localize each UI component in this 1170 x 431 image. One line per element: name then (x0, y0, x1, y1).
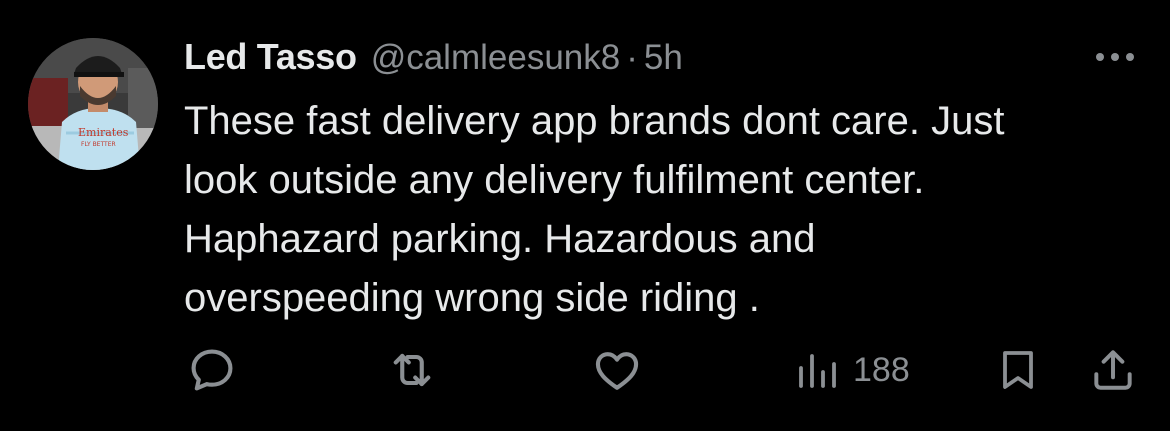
views-count: 188 (853, 350, 910, 389)
bookmark-icon (1003, 351, 1033, 389)
more-options-button[interactable] (1090, 44, 1140, 70)
tweet-text-line: These fast delivery app brands dont care… (184, 99, 1005, 143)
retweet-button[interactable] (384, 340, 440, 400)
retweet-icon (393, 353, 431, 387)
tweet-text-line: overspeeding wrong side riding . (184, 276, 760, 320)
username-handle[interactable]: @calmleesunk8 (371, 38, 621, 78)
reply-button[interactable] (186, 340, 238, 400)
timestamp[interactable]: 5h (644, 38, 683, 78)
bookmark-button[interactable] (994, 340, 1042, 400)
like-icon (595, 352, 639, 390)
tweet-card[interactable]: Emirates FLY BETTER Led Tasso @calmleesu… (0, 0, 1170, 431)
tweet-text-line: Haphazard parking. Hazardous and (184, 217, 816, 261)
tweet-header: Led Tasso @calmleesunk8 · 5h (184, 36, 683, 82)
avatar-shirt-slogan: FLY BETTER (81, 141, 116, 148)
views-button[interactable]: 188 (793, 340, 910, 400)
header-separator: · (626, 38, 638, 77)
more-dots-icon (1096, 53, 1134, 61)
views-icon (799, 354, 836, 388)
like-button[interactable] (591, 340, 643, 400)
avatar[interactable]: Emirates FLY BETTER (28, 38, 158, 170)
tweet-text-line: look outside any delivery fulfilment cen… (184, 158, 925, 202)
tweet-text: These fast delivery app brands dont care… (184, 92, 1144, 328)
share-button[interactable] (1088, 340, 1138, 400)
display-name[interactable]: Led Tasso (184, 36, 357, 78)
share-icon (1094, 350, 1132, 390)
action-bar: 188 (0, 340, 1170, 400)
reply-icon (191, 349, 233, 391)
avatar-shirt-logo: Emirates (78, 126, 129, 139)
